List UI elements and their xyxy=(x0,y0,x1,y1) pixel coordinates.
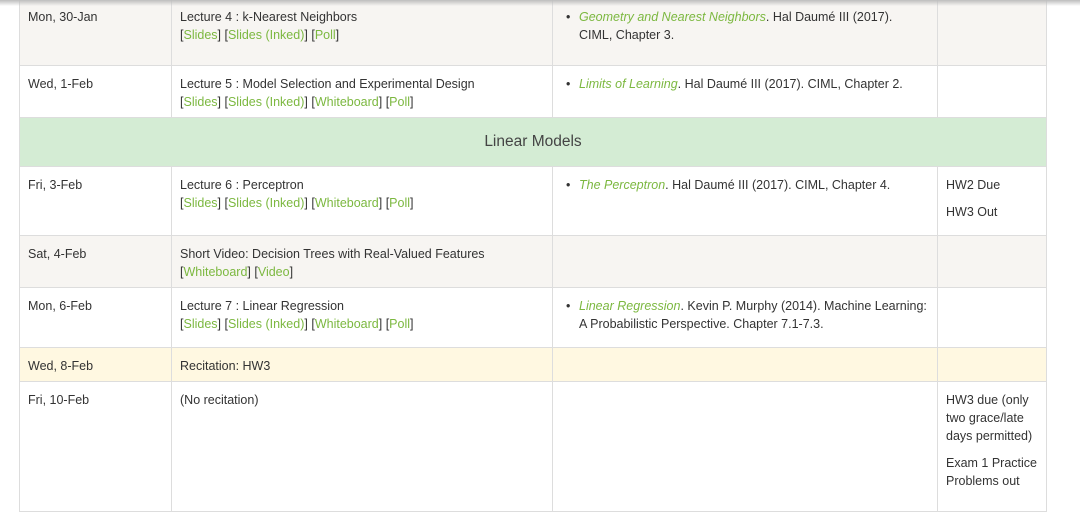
table-row: Fri, 10-Feb (No recitation) HW3 due (onl… xyxy=(19,381,1047,512)
whiteboard-link[interactable]: Whiteboard xyxy=(315,317,379,331)
notes-cell xyxy=(937,347,1047,382)
table-row: Mon, 6-Feb Lecture 7 : Linear Regression… xyxy=(19,287,1047,348)
lecture-title: Lecture 4 : k-Nearest Neighbors xyxy=(180,10,358,24)
slides-link[interactable]: Slides xyxy=(183,95,217,109)
poll-link[interactable]: Poll xyxy=(389,317,410,331)
table-row: Fri, 3-Feb Lecture 6 : Perceptron [Slide… xyxy=(19,166,1047,236)
slides-inked-link[interactable]: Slides (Inked) xyxy=(228,95,304,109)
reading-cell xyxy=(552,235,938,288)
lecture-title: Lecture 7 : Linear Regression xyxy=(180,299,344,313)
table-row: Mon, 30-Jan Lecture 4 : k-Nearest Neighb… xyxy=(19,0,1047,66)
lecture-cell: Lecture 4 : k-Nearest Neighbors [Slides]… xyxy=(171,0,553,66)
reading-item: Geometry and Nearest Neighbors. Hal Daum… xyxy=(566,8,929,44)
poll-link[interactable]: Poll xyxy=(315,28,336,42)
date-cell: Fri, 3-Feb xyxy=(19,166,172,236)
reading-cell: Limits of Learning. Hal Daumé III (2017)… xyxy=(552,65,938,118)
notes-cell xyxy=(937,65,1047,118)
whiteboard-link[interactable]: Whiteboard xyxy=(315,95,379,109)
poll-link[interactable]: Poll xyxy=(389,95,410,109)
reading-citation: . Hal Daumé III (2017). CIML, Chapter 4. xyxy=(665,178,891,192)
section-row: Linear Models xyxy=(19,117,1047,167)
whiteboard-link[interactable]: Whiteboard xyxy=(315,196,379,210)
reading-citation: . Hal Daumé III (2017). CIML, Chapter 2. xyxy=(677,77,903,91)
lecture-cell: Lecture 5 : Model Selection and Experime… xyxy=(171,65,553,118)
notes-cell xyxy=(937,235,1047,288)
top-shadow xyxy=(0,0,1080,6)
whiteboard-link[interactable]: Whiteboard xyxy=(183,265,247,279)
date-cell: Wed, 1-Feb xyxy=(19,65,172,118)
lecture-title: Lecture 6 : Perceptron xyxy=(180,178,304,192)
slides-link[interactable]: Slides xyxy=(183,317,217,331)
reading-item: Linear Regression. Kevin P. Murphy (2014… xyxy=(566,297,929,333)
slides-link[interactable]: Slides xyxy=(183,196,217,210)
notes-cell xyxy=(937,287,1047,348)
reading-item: Limits of Learning. Hal Daumé III (2017)… xyxy=(566,75,929,93)
lecture-cell: (No recitation) xyxy=(171,381,553,512)
date-cell: Fri, 10-Feb xyxy=(19,381,172,512)
slides-inked-link[interactable]: Slides (Inked) xyxy=(228,317,304,331)
lecture-cell: Recitation: HW3 xyxy=(171,347,553,382)
date-cell: Mon, 30-Jan xyxy=(19,0,172,66)
slides-inked-link[interactable]: Slides (Inked) xyxy=(228,196,304,210)
reading-cell xyxy=(552,347,938,382)
reading-link[interactable]: Geometry and Nearest Neighbors xyxy=(579,10,766,24)
reading-cell xyxy=(552,381,938,512)
lecture-cell: Lecture 7 : Linear Regression [Slides] [… xyxy=(171,287,553,348)
poll-link[interactable]: Poll xyxy=(389,196,410,210)
date-cell: Wed, 8-Feb xyxy=(19,347,172,382)
reading-link[interactable]: The Perceptron xyxy=(579,178,665,192)
reading-item: The Perceptron. Hal Daumé III (2017). CI… xyxy=(566,176,929,194)
section-title: Linear Models xyxy=(19,117,1047,167)
table-row: Sat, 4-Feb Short Video: Decision Trees w… xyxy=(19,235,1047,288)
table-row: Wed, 8-Feb Recitation: HW3 xyxy=(19,347,1047,382)
reading-link[interactable]: Limits of Learning xyxy=(579,77,678,91)
note-text: Exam 1 Practice Problems out xyxy=(946,456,1038,488)
lecture-cell: Short Video: Decision Trees with Real-Va… xyxy=(171,235,553,288)
reading-cell: Linear Regression. Kevin P. Murphy (2014… xyxy=(552,287,938,348)
video-link[interactable]: Video xyxy=(258,265,290,279)
notes-cell: HW3 due (only two grace/late days permit… xyxy=(937,381,1047,512)
notes-cell: HW2 Due HW3 Out xyxy=(937,166,1047,236)
table-row: Wed, 1-Feb Lecture 5 : Model Selection a… xyxy=(19,65,1047,118)
lecture-title: Short Video: Decision Trees with Real-Va… xyxy=(180,247,485,261)
reading-link[interactable]: Linear Regression xyxy=(579,299,680,313)
notes-cell xyxy=(937,0,1047,66)
note-text: HW3 Out xyxy=(946,205,998,219)
reading-cell: The Perceptron. Hal Daumé III (2017). CI… xyxy=(552,166,938,236)
date-cell: Sat, 4-Feb xyxy=(19,235,172,288)
note-text: HW3 due (only two grace/late days permit… xyxy=(946,393,1033,443)
lecture-title: Lecture 5 : Model Selection and Experime… xyxy=(180,77,475,91)
reading-cell: Geometry and Nearest Neighbors. Hal Daum… xyxy=(552,0,938,66)
lecture-cell: Lecture 6 : Perceptron [Slides] [Slides … xyxy=(171,166,553,236)
slides-link[interactable]: Slides xyxy=(183,28,217,42)
date-cell: Mon, 6-Feb xyxy=(19,287,172,348)
schedule-table: Mon, 30-Jan Lecture 4 : k-Nearest Neighb… xyxy=(19,0,1047,512)
slides-inked-link[interactable]: Slides (Inked) xyxy=(228,28,304,42)
note-text: HW2 Due xyxy=(946,178,1001,192)
